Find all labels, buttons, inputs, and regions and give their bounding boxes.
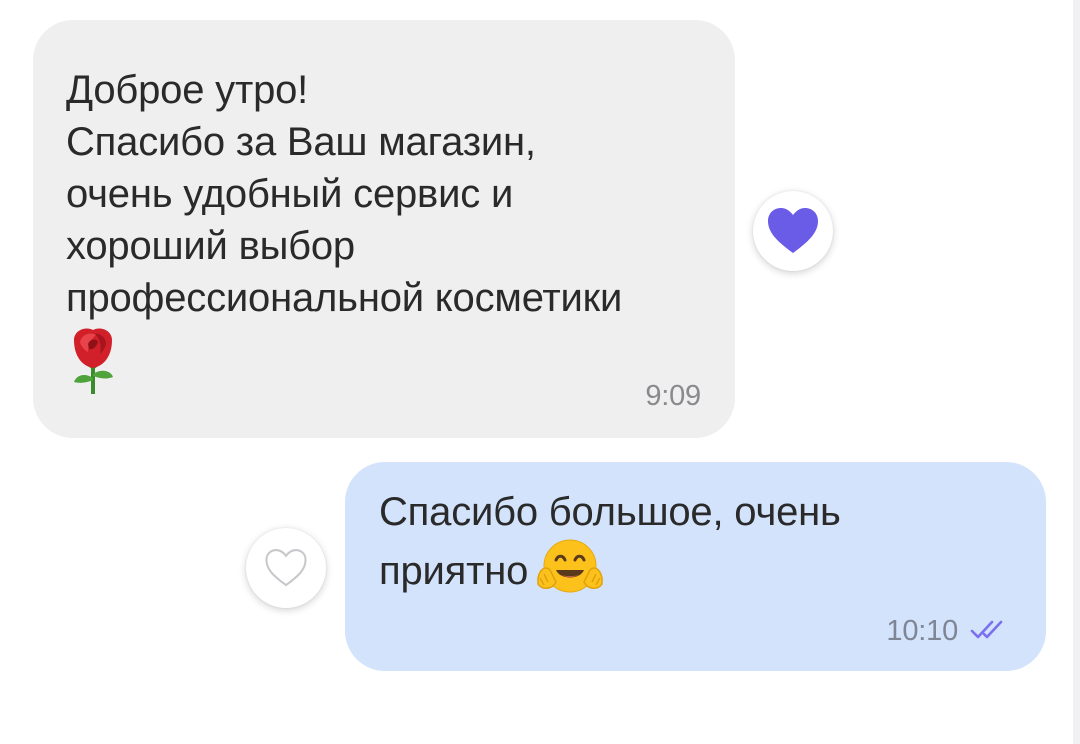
message-time: 9:09 (645, 380, 701, 412)
outgoing-message-bubble[interactable]: Спасибо большое, очень приятно 10:10 (345, 462, 1046, 671)
heart-filled-icon (768, 208, 818, 253)
heart-outline-icon (265, 549, 307, 587)
reaction-button[interactable] (753, 191, 833, 271)
message-text-line: Спасибо за Ваш магазин, (66, 120, 536, 164)
message-text-line: очень удобный сервис и (66, 172, 514, 216)
hugging-face-emoji (537, 539, 603, 593)
message-text-line: Доброе утро! (66, 68, 309, 112)
scroll-edge (1073, 0, 1080, 744)
reaction-button[interactable] (246, 528, 326, 608)
incoming-message-bubble[interactable]: Доброе утро! Спасибо за Ваш магазин, оче… (33, 20, 735, 438)
message-text-line: Спасибо большое, очень (379, 490, 841, 534)
double-check-icon (970, 620, 1003, 639)
rose-emoji (74, 328, 113, 394)
chat-screen: Доброе утро! Спасибо за Ваш магазин, оче… (0, 0, 1080, 744)
message-text-line: профессиональной косметики (66, 276, 623, 320)
message-text-line-with-emoji: приятно (379, 538, 1016, 600)
message-time: 10:10 (886, 615, 958, 647)
message-text: приятно (379, 549, 529, 593)
message-text-line: хороший выбор (66, 224, 355, 268)
